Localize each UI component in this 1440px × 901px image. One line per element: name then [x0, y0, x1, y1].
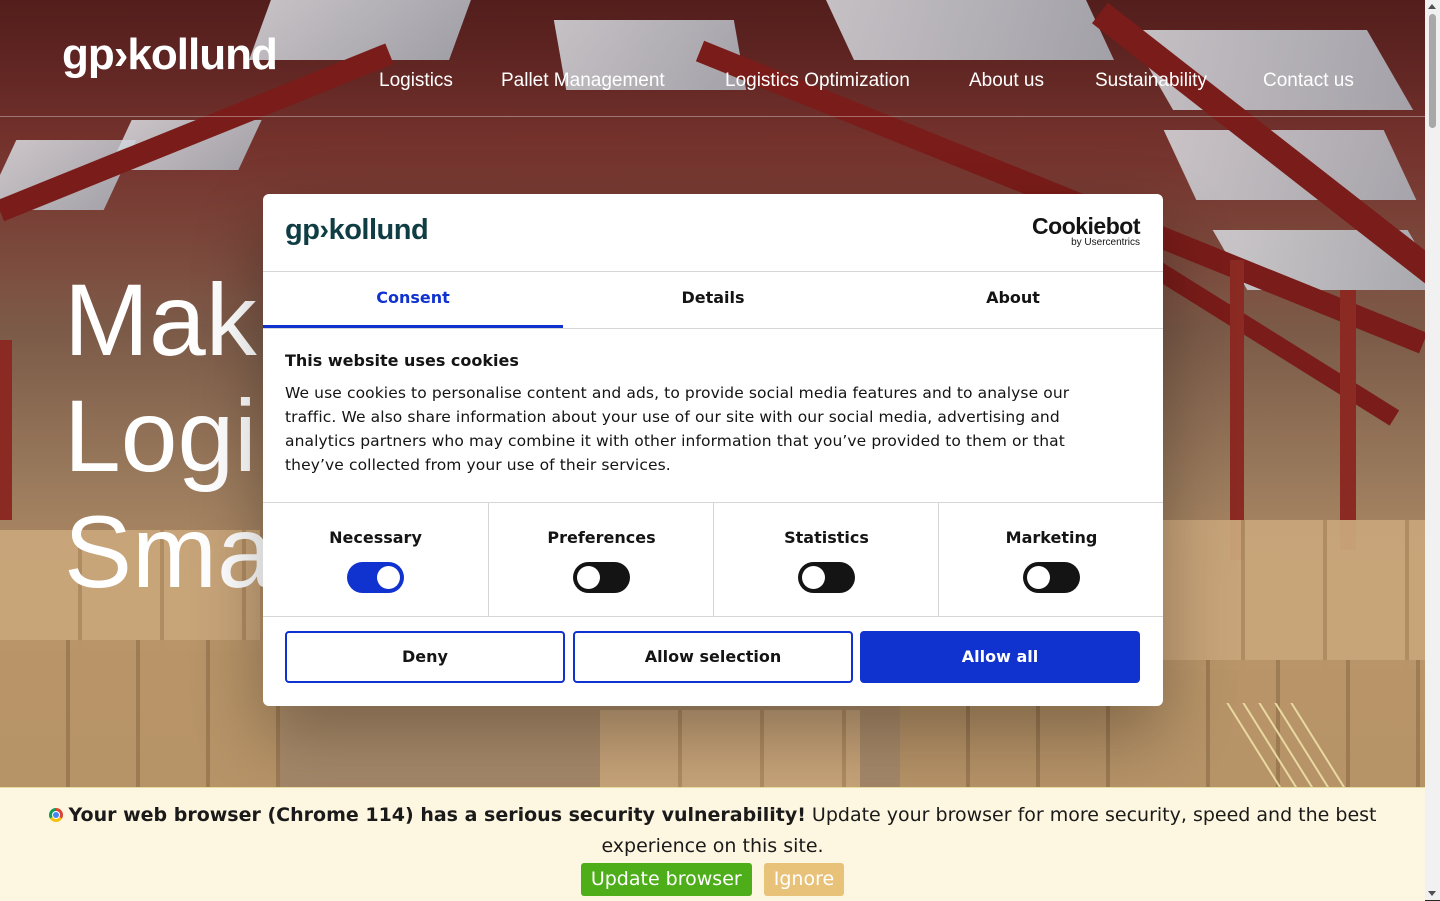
cookie-category-toggles: Necessary Preferences Statistics Marketi… [263, 502, 1163, 617]
dialog-tabs: Consent Details About [263, 271, 1163, 329]
hero-headline: Mak Logi Sma [64, 262, 274, 610]
allow-all-button[interactable]: Allow all [860, 631, 1140, 683]
scroll-up-arrow-icon[interactable] [1428, 4, 1436, 9]
cookiebot-logo-text: Cookiebot [1032, 213, 1140, 239]
update-message: Your web browser (Chrome 114) has a seri… [0, 800, 1425, 862]
toggle-knob [577, 566, 600, 589]
nav-about-us[interactable]: About us [969, 70, 1044, 92]
dialog-body: This website uses cookies We use cookies… [285, 351, 1125, 477]
dialog-title: This website uses cookies [285, 351, 519, 370]
nav-pallet-management[interactable]: Pallet Management [501, 70, 665, 92]
toggle-label: Marketing [1005, 528, 1098, 547]
nav-logistics[interactable]: Logistics [379, 70, 453, 92]
update-actions: Update browser Ignore [0, 863, 1425, 896]
allow-selection-button[interactable]: Allow selection [573, 631, 853, 683]
page-scrollbar[interactable] [1425, 0, 1440, 900]
toggle-necessary-group: Necessary [263, 503, 488, 616]
scroll-thumb[interactable] [1429, 14, 1436, 128]
toggle-knob [1027, 566, 1050, 589]
statistics-toggle[interactable] [798, 562, 855, 593]
tab-consent[interactable]: Consent [263, 271, 563, 328]
deny-button[interactable]: Deny [285, 631, 565, 683]
preferences-toggle[interactable] [573, 562, 630, 593]
chrome-icon [48, 808, 63, 822]
toggle-marketing-group: Marketing [938, 503, 1164, 616]
nav-logistics-optimization[interactable]: Logistics Optimization [725, 70, 910, 92]
toggle-knob [802, 566, 825, 589]
toggle-preferences-group: Preferences [488, 503, 714, 616]
toggle-knob [377, 566, 400, 589]
scroll-down-arrow-icon[interactable] [1428, 891, 1436, 896]
cookiebot-logo[interactable]: Cookiebot by Usercentrics [1032, 214, 1140, 248]
toggle-label: Necessary [329, 528, 422, 547]
dialog-description: We use cookies to personalise content an… [285, 384, 1070, 474]
cookie-consent-dialog: gp›kollund Cookiebot by Usercentrics Con… [263, 194, 1163, 706]
marketing-toggle[interactable] [1023, 562, 1080, 593]
toggle-label: Preferences [547, 528, 656, 547]
main-nav: Logistics Pallet Management Logistics Op… [0, 70, 1425, 94]
browser-update-bar: Your web browser (Chrome 114) has a seri… [0, 787, 1425, 901]
dialog-header: gp›kollund Cookiebot by Usercentrics [263, 194, 1163, 272]
headline-line: Logi [64, 379, 257, 493]
ignore-button[interactable]: Ignore [763, 863, 845, 896]
site-header: gp›kollund Logistics Pallet Management L… [0, 0, 1425, 117]
tab-about[interactable]: About [863, 271, 1163, 328]
toggle-statistics-group: Statistics [713, 503, 939, 616]
vulnerability-warning: Your web browser (Chrome 114) has a seri… [68, 804, 806, 826]
dialog-brand-logo: gp›kollund [285, 214, 429, 246]
nav-contact-us[interactable]: Contact us [1263, 70, 1354, 92]
headline-line: Mak [64, 263, 257, 377]
toggle-label: Statistics [784, 528, 869, 547]
tab-details[interactable]: Details [563, 271, 863, 328]
nav-sustainability[interactable]: Sustainability [1095, 70, 1207, 92]
headline-line: Sma [64, 495, 274, 609]
cookiebot-logo-subtext: by Usercentrics [1071, 237, 1140, 248]
update-browser-button[interactable]: Update browser [580, 863, 752, 896]
decorative-lines [1220, 703, 1350, 793]
necessary-toggle[interactable] [347, 562, 404, 593]
